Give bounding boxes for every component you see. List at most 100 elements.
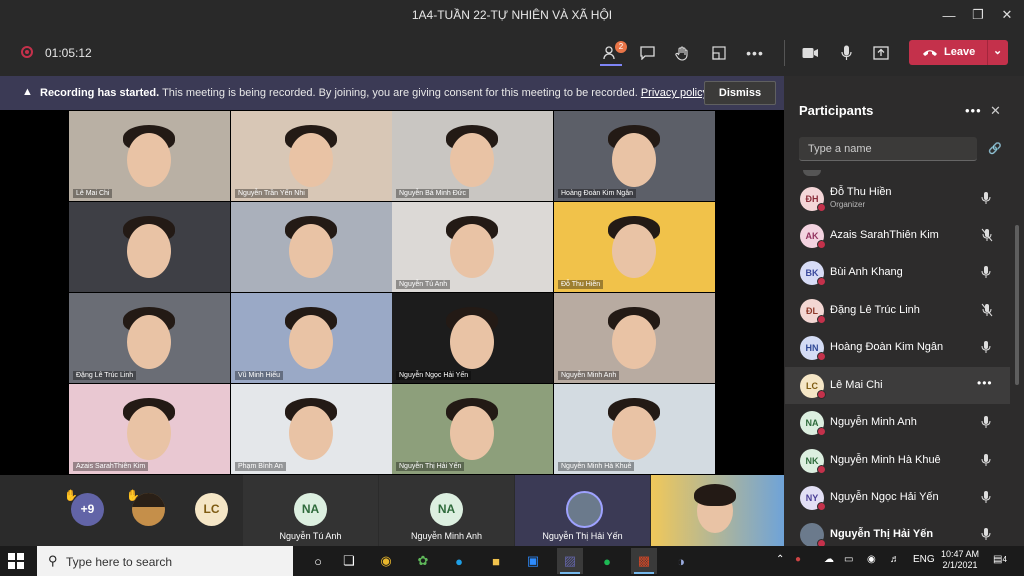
tray-app-icon[interactable]: ● [795,554,801,565]
video-tile[interactable]: Nguyễn Minh Hà Khuê [554,384,715,474]
mic-icon[interactable] [981,265,991,282]
participant-row[interactable]: NY Nguyễn Ngọc Hải Yến [785,479,1010,516]
breakout-rooms-button[interactable] [705,40,733,66]
na1-tile[interactable]: NA Nguyễn Tú Anh [243,475,378,546]
clock-time: 10:47 AM [940,549,980,559]
chrome-icon[interactable]: ◉ [373,548,399,574]
mic-icon[interactable] [981,191,991,208]
title-bar: 1A4-TUẦN 22-TỰ NHIÊN VÀ XÃ HỘI — ❐ ✕ [0,0,1024,30]
video-tile[interactable]: Phạm Bình An [231,384,392,474]
edge-icon[interactable]: ● [446,548,472,574]
video-grid: Lê Mai Chi Nguyễn Trần Yến Nhi Nguyễn Bá M… [69,111,715,475]
participant-row[interactable]: LC Lê Mai Chi ••• [785,367,1010,404]
tray-cloud-icon[interactable]: ☁ [824,554,834,565]
status-icon [817,315,826,324]
battery-icon[interactable]: ▭ [844,554,853,565]
privacy-policy-link[interactable]: Privacy policy [641,87,708,99]
video-tile[interactable]: Nguyễn Tú Anh [392,202,553,292]
chat-button[interactable] [633,40,661,66]
tray-chevron-icon[interactable]: ⌃ [776,554,784,565]
mic-icon[interactable] [981,340,991,357]
leave-button[interactable]: Leave ⌄ [909,40,1008,65]
hand-raised-tile[interactable]: ✋ [118,475,178,546]
hy-avatar [566,491,603,528]
more-icon[interactable]: ••• [977,376,993,390]
mic-button[interactable] [832,40,860,66]
participant-initials: NA [805,418,819,428]
mic-off-icon[interactable] [981,228,993,245]
mic-icon[interactable] [981,453,991,470]
powerpoint-icon[interactable]: ▩ [631,548,657,574]
dismiss-button[interactable]: Dismiss [704,81,776,105]
network-icon[interactable]: ◉ [867,554,876,565]
video-tile[interactable] [231,202,392,292]
video-tile[interactable]: Azais SarahThiên Kim [69,384,230,474]
overflow-tile[interactable]: ✋ +9 [60,475,114,546]
windows-start-icon[interactable] [8,553,24,569]
panel-more-icon[interactable]: ••• [965,103,982,118]
video-tile[interactable] [69,202,230,292]
share-link-icon[interactable]: 🔗 [988,142,1002,155]
video-person [127,133,171,187]
camera-button[interactable] [796,40,824,66]
video-tile[interactable]: Nguyễn Ngọc Hải Yến [392,293,553,383]
file-explorer-icon[interactable]: ■ [483,548,509,574]
participant-avatar: NY [800,486,826,511]
video-tile[interactable]: Nguyễn Trần Yến Nhi [231,111,392,201]
panel-close-icon[interactable]: ✕ [990,103,1001,119]
lc-tile[interactable]: LC [184,475,242,546]
participant-row[interactable]: AK Azais SarahThiên Kim [785,217,1010,254]
leave-divider [987,40,988,65]
more-actions-button[interactable]: ••• [741,40,769,66]
zoom-icon[interactable]: ▣ [520,548,546,574]
recording-icon [21,46,33,58]
hy-tile[interactable]: Nguyễn Thị Hải Yến [515,475,650,546]
volume-icon[interactable]: ♬ [890,554,900,565]
close-icon[interactable]: ✕ [990,0,1024,30]
video-tile[interactable]: Vũ Minh Hiếu [231,293,392,383]
language-indicator[interactable]: ENG [913,554,935,565]
chevron-down-icon[interactable]: ⌄ [993,44,1002,57]
taskbar-clock[interactable]: 10:47 AM 2/1/2021 [936,549,984,571]
video-tile[interactable]: Nguyễn Thị Hải Yến [392,384,553,474]
na2-tile[interactable]: NA Nguyễn Minh Anh [379,475,514,546]
mic-icon[interactable] [981,527,991,544]
participant-row[interactable]: NK Nguyễn Minh Hà Khuê [785,442,1010,479]
mic-icon[interactable] [981,415,991,432]
participant-row[interactable]: HN Hoàng Đoàn Kim Ngân [785,329,1010,366]
task-view-icon[interactable]: ❏ [336,548,362,574]
participant-row[interactable]: ĐH Đỗ Thu Hiền Organizer [785,180,1010,217]
share-screen-button[interactable] [867,40,895,66]
video-tile[interactable]: Đặng Lê Trúc Linh [69,293,230,383]
video-person [127,406,171,460]
video-tile-name: Hoàng Đoàn Kim Ngân [558,189,636,198]
mic-off-icon[interactable] [981,303,993,320]
banner-text: Recording has started. This meeting is b… [40,87,708,99]
app-icon[interactable]: ◑ [668,548,694,574]
participant-name: Hoàng Đoàn Kim Ngân [830,341,944,353]
raise-hand-button[interactable] [668,40,696,66]
spotify-icon[interactable]: ● [594,548,620,574]
video-tile[interactable]: Đỗ Thu Hiền [554,202,715,292]
panel-scrollbar[interactable] [1015,225,1019,385]
participant-name: Azais SarahThiên Kim [830,229,939,241]
chat-icon [639,46,655,60]
video-tile[interactable]: Nguyễn Bá Minh Đức [392,111,553,201]
participant-avatar: BK [800,261,826,286]
participant-role: Organizer [830,200,866,209]
video-tile[interactable]: Hoàng Đoàn Kim Ngân [554,111,715,201]
participant-row[interactable]: NA Nguyễn Minh Anh [785,404,1010,441]
app-green-icon[interactable]: ✿ [410,548,436,574]
notification-icon[interactable]: ▤4 [993,554,1007,565]
participant-row[interactable]: BK Bùi Anh Khang [785,254,1010,291]
video-person [289,406,333,460]
mic-icon[interactable] [981,490,991,507]
video-tile[interactable]: Nguyễn Minh Anh [554,293,715,383]
cortana-icon[interactable]: ○ [305,548,331,574]
video-tile[interactable]: Lê Mai Chi [69,111,230,201]
share-icon [873,46,889,60]
participant-row[interactable]: ĐL Đặng Lê Trúc Linh [785,292,1010,329]
taskbar-search[interactable]: ⚲ Type here to search [37,546,293,576]
participant-search-input[interactable] [799,137,977,161]
teams-icon[interactable]: ▨ [557,548,583,574]
